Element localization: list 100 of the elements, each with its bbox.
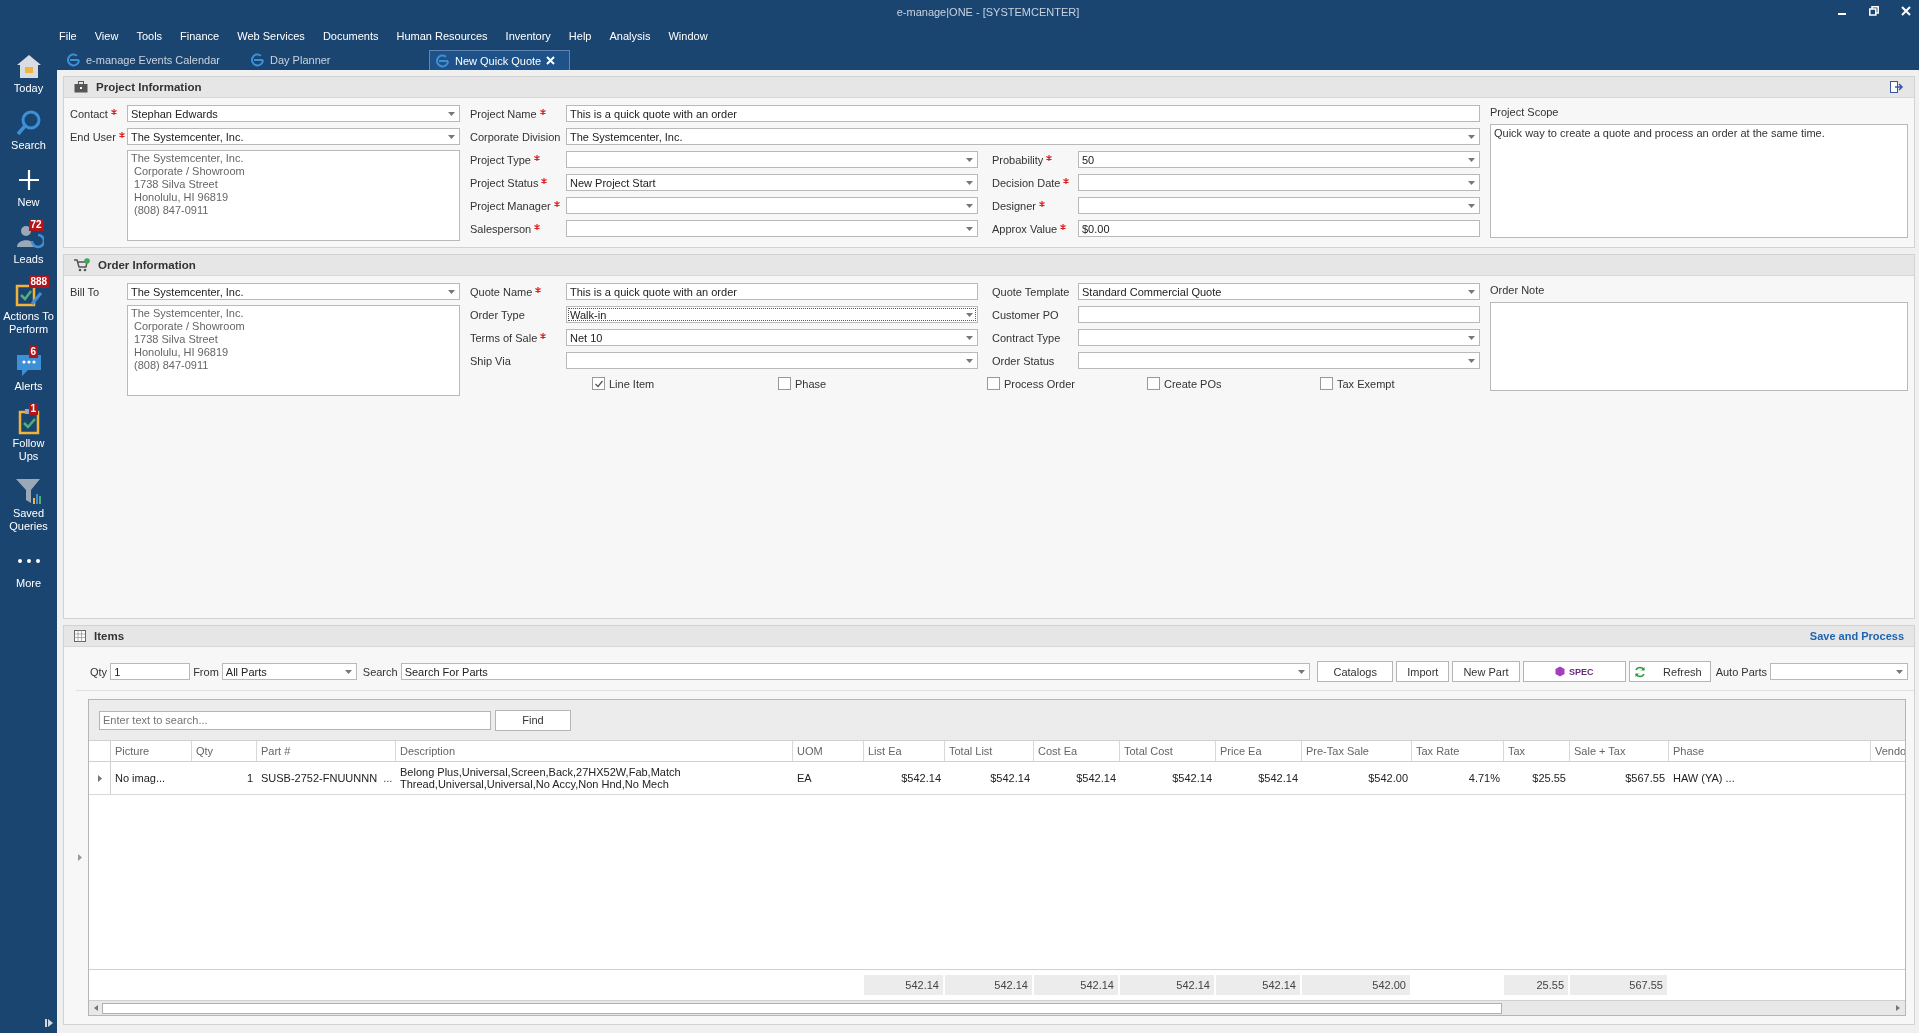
tab[interactable]: e-manage Events Calendar xyxy=(61,50,241,70)
column-header[interactable]: Price Ea xyxy=(1216,741,1302,761)
caret-icon[interactable] xyxy=(1468,289,1475,294)
caret-icon[interactable] xyxy=(344,669,352,674)
dropdown-field[interactable] xyxy=(1078,197,1480,214)
caret-icon[interactable] xyxy=(1896,669,1903,674)
caret-icon[interactable] xyxy=(966,335,973,340)
menu-item[interactable]: Inventory xyxy=(505,30,551,42)
toolbar-button[interactable]: Catalogs xyxy=(1317,661,1394,682)
caret-icon[interactable] xyxy=(966,180,973,185)
column-header[interactable]: Picture xyxy=(111,741,192,761)
text-field[interactable]: 1 xyxy=(110,663,191,680)
caret-icon[interactable] xyxy=(1468,180,1475,185)
caret-icon[interactable] xyxy=(1468,134,1475,139)
dropdown-field[interactable]: Stephan Edwards xyxy=(127,105,460,122)
horizontal-scrollbar[interactable] xyxy=(89,1000,1905,1015)
menu-item[interactable]: View xyxy=(94,30,119,42)
text-field[interactable]: This is a quick quote with an order xyxy=(566,283,978,300)
address-box[interactable]: The Systemcenter, Inc. Corporate / Showroom 1738 Silva Street Honolulu, HI 96819 (808) 847-0911 xyxy=(127,150,460,241)
checkbox[interactable] xyxy=(1147,377,1160,390)
close-icon[interactable] xyxy=(1901,6,1911,16)
scroll-right-icon[interactable] xyxy=(1894,1004,1902,1012)
checkbox[interactable] xyxy=(1320,377,1333,390)
menu-item[interactable]: Web Services xyxy=(237,30,305,42)
dropdown-field[interactable] xyxy=(566,197,978,214)
column-header[interactable]: Qty xyxy=(192,741,257,761)
sidebar-item-label[interactable]: More xyxy=(2,577,55,590)
column-header[interactable]: List Ea xyxy=(864,741,945,761)
text-field[interactable] xyxy=(1078,306,1480,323)
column-header[interactable]: Tax xyxy=(1504,741,1570,761)
toolbar-button[interactable]: Import xyxy=(1396,661,1450,682)
caret-icon[interactable] xyxy=(1468,335,1475,340)
menu-item[interactable]: Help xyxy=(568,30,592,42)
tab[interactable]: New Quick Quote xyxy=(429,50,571,70)
checkbox[interactable] xyxy=(592,377,605,390)
checkbox[interactable] xyxy=(778,377,791,390)
column-header[interactable]: Part # xyxy=(257,741,396,761)
save-and-process-link[interactable]: Save and Process xyxy=(1809,630,1904,642)
sidebar-item-label[interactable]: Search xyxy=(2,139,55,152)
dropdown-field[interactable] xyxy=(566,151,978,168)
refresh-button[interactable]: Refresh xyxy=(1628,661,1711,682)
column-header[interactable]: Sale + Tax xyxy=(1570,741,1669,761)
column-header[interactable]: Vendo xyxy=(1871,741,1905,761)
dropdown-field[interactable] xyxy=(1078,174,1480,191)
caret-icon[interactable] xyxy=(448,111,455,116)
collapse-icon[interactable] xyxy=(45,1019,53,1027)
caret-icon[interactable] xyxy=(966,358,973,363)
caret-icon[interactable] xyxy=(1468,157,1475,162)
menu-item[interactable]: Analysis xyxy=(609,30,651,42)
browse-button[interactable]: ... xyxy=(383,772,393,784)
column-header[interactable]: Description xyxy=(396,741,793,761)
sidebar-item-label[interactable]: Alerts xyxy=(2,380,55,393)
column-header[interactable]: Cost Ea xyxy=(1034,741,1120,761)
caret-icon[interactable] xyxy=(1468,358,1475,363)
sidebar-item-label[interactable]: Actions To Perform xyxy=(2,310,55,336)
toolbar-button[interactable]: New Part xyxy=(1452,661,1520,682)
close-icon[interactable] xyxy=(546,56,556,65)
checkbox-label[interactable]: Line Item xyxy=(609,377,655,390)
dropdown-field[interactable]: The Systemcenter, Inc. xyxy=(127,283,460,300)
checkbox-label[interactable]: Process Order xyxy=(1004,377,1075,390)
sidebar-item-label[interactable]: Today xyxy=(2,82,55,95)
menu-item[interactable]: File xyxy=(59,30,77,42)
sidebar-item-label[interactable]: New xyxy=(2,196,55,209)
caret-icon[interactable] xyxy=(966,312,973,317)
caret-icon[interactable] xyxy=(448,289,455,294)
more-icon[interactable] xyxy=(16,557,41,565)
find-button[interactable]: Find xyxy=(495,709,571,731)
menu-item[interactable]: Finance xyxy=(180,30,220,42)
menu-item[interactable]: Documents xyxy=(322,30,379,42)
dropdown-field[interactable]: Standard Commercial Quote xyxy=(1078,283,1480,300)
text-field[interactable]: $0.00 xyxy=(1078,220,1480,237)
text-field[interactable]: This is a quick quote with an order xyxy=(566,105,1480,122)
dropdown-field[interactable]: 50 xyxy=(1078,151,1480,168)
column-header[interactable]: Total Cost xyxy=(1120,741,1216,761)
dropdown-field[interactable]: Walk-in xyxy=(566,306,978,323)
text-area[interactable]: Quick way to create a quote and process an order at the same time. xyxy=(1490,124,1908,238)
expand-arrow-icon[interactable] xyxy=(97,774,102,782)
caret-icon[interactable] xyxy=(966,157,973,162)
dropdown-field[interactable] xyxy=(1770,663,1908,680)
dropdown-field[interactable] xyxy=(1078,352,1480,369)
caret-icon[interactable] xyxy=(448,134,455,139)
menu-item[interactable]: Window xyxy=(668,30,708,42)
column-header[interactable]: UOM xyxy=(793,741,864,761)
dropdown-field[interactable] xyxy=(1078,329,1480,346)
sidebar-item-label[interactable]: Leads xyxy=(2,253,55,266)
caret-icon[interactable] xyxy=(966,226,973,231)
checkbox-label[interactable]: Create POs xyxy=(1164,377,1222,390)
dropdown-field[interactable] xyxy=(566,220,978,237)
dropdown-field[interactable]: Search For Parts xyxy=(400,663,1311,680)
tab[interactable]: Day Planner xyxy=(245,50,425,70)
column-header[interactable]: Total List xyxy=(945,741,1034,761)
column-header[interactable]: Phase xyxy=(1669,741,1871,761)
spec-button[interactable]: SPEC xyxy=(1522,661,1626,682)
checkbox[interactable] xyxy=(987,377,1000,390)
dropdown-field[interactable]: New Project Start xyxy=(566,174,978,191)
dropdown-field[interactable]: Net 10 xyxy=(566,329,978,346)
checkbox-label[interactable]: Phase xyxy=(795,377,827,390)
checkbox-label[interactable]: Tax Exempt xyxy=(1337,377,1395,390)
menu-item[interactable]: Human Resources xyxy=(396,30,488,42)
address-box[interactable]: The Systemcenter, Inc. Corporate / Showroom 1738 Silva Street Honolulu, HI 96819 (808) 847-0911 xyxy=(127,305,460,396)
